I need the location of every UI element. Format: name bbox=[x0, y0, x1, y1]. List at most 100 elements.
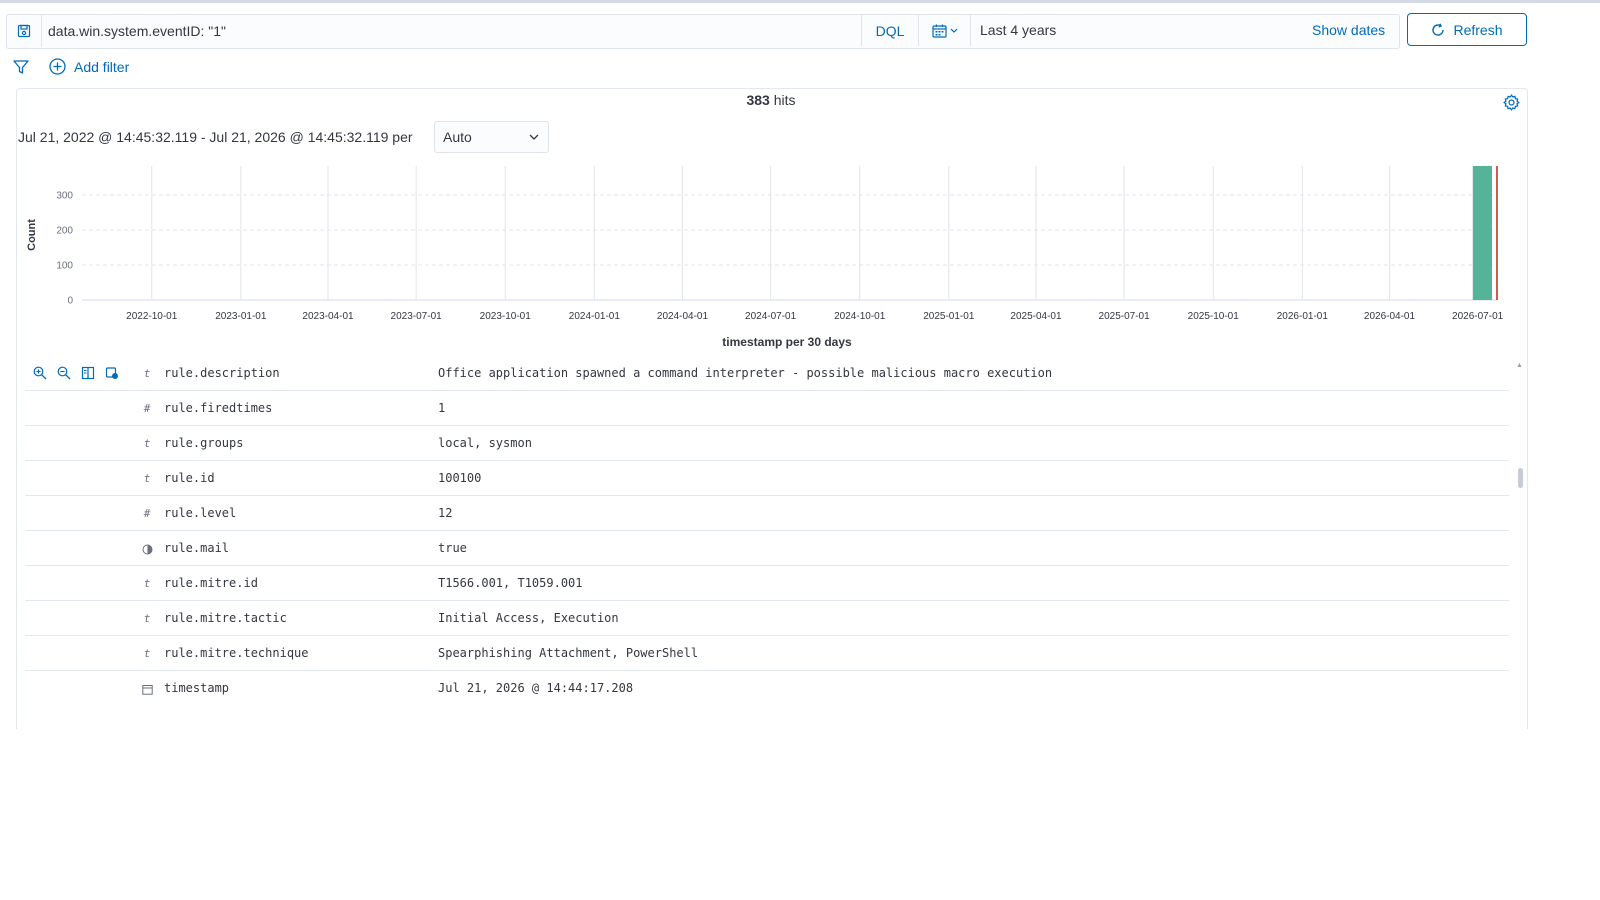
field-name: timestamp bbox=[164, 681, 230, 695]
filter-icon bbox=[13, 60, 29, 74]
field-value: Spearphishing Attachment, PowerShell bbox=[438, 646, 699, 660]
y-tick-label: 300 bbox=[56, 191, 73, 202]
filter-menu-button[interactable] bbox=[13, 59, 29, 80]
table-row: # rule.level 12 bbox=[25, 496, 1509, 531]
y-axis: 0 100 200 300 bbox=[56, 191, 73, 307]
filter-out-value-icon[interactable] bbox=[57, 366, 71, 383]
x-tick-label: 2025-04-01 bbox=[1010, 311, 1062, 322]
table-row: t rule.mitre.id T1566.001, T1059.001 bbox=[25, 566, 1509, 601]
interval-select[interactable]: Auto bbox=[434, 121, 549, 153]
x-tick-label: 2024-10-01 bbox=[834, 311, 886, 322]
string-type-icon: t bbox=[143, 437, 151, 450]
x-tick-label: 2025-07-01 bbox=[1099, 311, 1151, 322]
field-value: Office application spawned a command int… bbox=[438, 366, 1053, 380]
gear-icon bbox=[1503, 94, 1520, 111]
x-tick-label: 2026-01-01 bbox=[1277, 311, 1329, 322]
field-name: rule.level bbox=[164, 506, 237, 520]
hits-count: 383 bbox=[746, 92, 770, 108]
field-value: true bbox=[438, 541, 467, 555]
field-value: 12 bbox=[438, 506, 453, 520]
x-tick-label: 2026-04-01 bbox=[1364, 311, 1416, 322]
interval-select-value: Auto bbox=[443, 129, 472, 145]
field-value: Jul 21, 2026 @ 14:44:17.208 bbox=[438, 681, 634, 695]
string-type-icon: t bbox=[143, 647, 151, 660]
field-value: T1566.001, T1059.001 bbox=[438, 576, 583, 590]
x-axis: 2022-10-01 2023-01-01 2023-04-01 2023-07-01… bbox=[126, 311, 1503, 322]
row-actions bbox=[33, 366, 119, 383]
x-tick-label: 2023-01-01 bbox=[215, 311, 267, 322]
query-language-button[interactable]: DQL bbox=[861, 15, 919, 46]
x-axis-label: timestamp per 30 days bbox=[722, 335, 852, 349]
document-table: t rule.description Office application spaw… bbox=[25, 356, 1509, 706]
saved-query-button[interactable] bbox=[6, 14, 42, 47]
y-axis-label: Count bbox=[26, 219, 38, 251]
table-row: t rule.description Office application spaw… bbox=[25, 356, 1509, 391]
add-filter-button[interactable]: Add filter bbox=[49, 58, 129, 75]
field-name: rule.id bbox=[164, 471, 215, 485]
string-type-icon: t bbox=[143, 612, 151, 625]
filter-for-field-present-icon[interactable] bbox=[105, 366, 119, 383]
field-name: rule.groups bbox=[164, 436, 244, 450]
add-filter-label: Add filter bbox=[74, 58, 130, 75]
show-dates-button[interactable]: Show dates bbox=[1312, 15, 1385, 46]
toggle-column-icon[interactable] bbox=[81, 366, 95, 383]
field-name: rule.mitre.tactic bbox=[164, 611, 287, 625]
refresh-button[interactable]: Refresh bbox=[1407, 13, 1527, 46]
table-row: t rule.mitre.technique Spearphishing Attac… bbox=[25, 636, 1509, 671]
field-name: rule.mitre.id bbox=[164, 576, 258, 590]
x-tick-label: 2026-07-01 bbox=[1452, 311, 1504, 322]
plus-circle-icon bbox=[49, 58, 66, 75]
x-tick-label: 2022-10-01 bbox=[126, 311, 178, 322]
x-tick-label: 2024-04-01 bbox=[657, 311, 709, 322]
number-type-icon: # bbox=[143, 402, 151, 415]
field-value: Initial Access, Execution bbox=[438, 611, 619, 625]
table-row: t rule.mitre.tactic Initial Access, Execut… bbox=[25, 601, 1509, 636]
y-tick-label: 100 bbox=[56, 261, 73, 272]
x-tick-label: 2024-01-01 bbox=[569, 311, 621, 322]
string-type-icon: t bbox=[143, 472, 151, 485]
hits-counter: 383 hits bbox=[16, 92, 1526, 108]
x-tick-label: 2023-07-01 bbox=[391, 311, 443, 322]
chart-options-button[interactable] bbox=[1503, 94, 1520, 116]
filter-for-value-icon[interactable] bbox=[33, 366, 47, 383]
table-row: timestamp Jul 21, 2026 @ 14:44:17.208 bbox=[25, 671, 1509, 706]
x-tick-label: 2023-10-01 bbox=[480, 311, 532, 322]
field-name: rule.mail bbox=[164, 541, 230, 555]
query-input[interactable] bbox=[48, 14, 848, 47]
quick-menu-button[interactable] bbox=[922, 15, 971, 46]
x-tick-label: 2024-07-01 bbox=[745, 311, 797, 322]
boolean-type-icon bbox=[141, 531, 153, 566]
y-tick-label: 200 bbox=[56, 226, 73, 237]
chart-grid bbox=[82, 166, 1497, 301]
calendar-icon bbox=[932, 24, 958, 38]
table-row: t rule.groups local, sysmon bbox=[25, 426, 1509, 461]
field-value: local, sysmon bbox=[438, 436, 532, 450]
chart-bars bbox=[1472, 166, 1498, 300]
time-interval-text: Jul 21, 2022 @ 14:45:32.119 - Jul 21, 20… bbox=[18, 129, 413, 145]
scrollbar-thumb[interactable] bbox=[1518, 468, 1523, 488]
field-value: 100100 bbox=[438, 471, 482, 485]
x-tick-label: 2023-04-01 bbox=[302, 311, 354, 322]
top-border bbox=[0, 0, 1600, 3]
field-name: rule.mitre.technique bbox=[164, 646, 309, 660]
x-tick-label: 2025-10-01 bbox=[1188, 311, 1240, 322]
string-type-icon: t bbox=[143, 577, 151, 590]
table-row: # rule.firedtimes 1 bbox=[25, 391, 1509, 426]
table-row: t rule.id 100100 bbox=[25, 461, 1509, 496]
x-tick-label: 2025-01-01 bbox=[923, 311, 975, 322]
field-name: rule.description bbox=[164, 366, 280, 380]
hits-label: hits bbox=[773, 92, 796, 108]
refresh-label: Refresh bbox=[1453, 21, 1503, 38]
number-type-icon: # bbox=[143, 507, 151, 520]
field-name: rule.firedtimes bbox=[164, 401, 273, 415]
table-row: rule.mail true bbox=[25, 531, 1509, 566]
scroll-up-icon[interactable]: ▲ bbox=[1516, 362, 1523, 369]
field-value: 1 bbox=[438, 401, 446, 415]
date-type-icon bbox=[141, 671, 153, 706]
y-tick-label: 0 bbox=[67, 296, 73, 307]
histogram-bar[interactable] bbox=[1472, 166, 1492, 300]
refresh-icon bbox=[1432, 23, 1445, 36]
save-icon bbox=[17, 24, 30, 37]
date-range-display[interactable]: Last 4 years bbox=[980, 15, 1056, 46]
chevron-down-icon bbox=[529, 134, 539, 140]
